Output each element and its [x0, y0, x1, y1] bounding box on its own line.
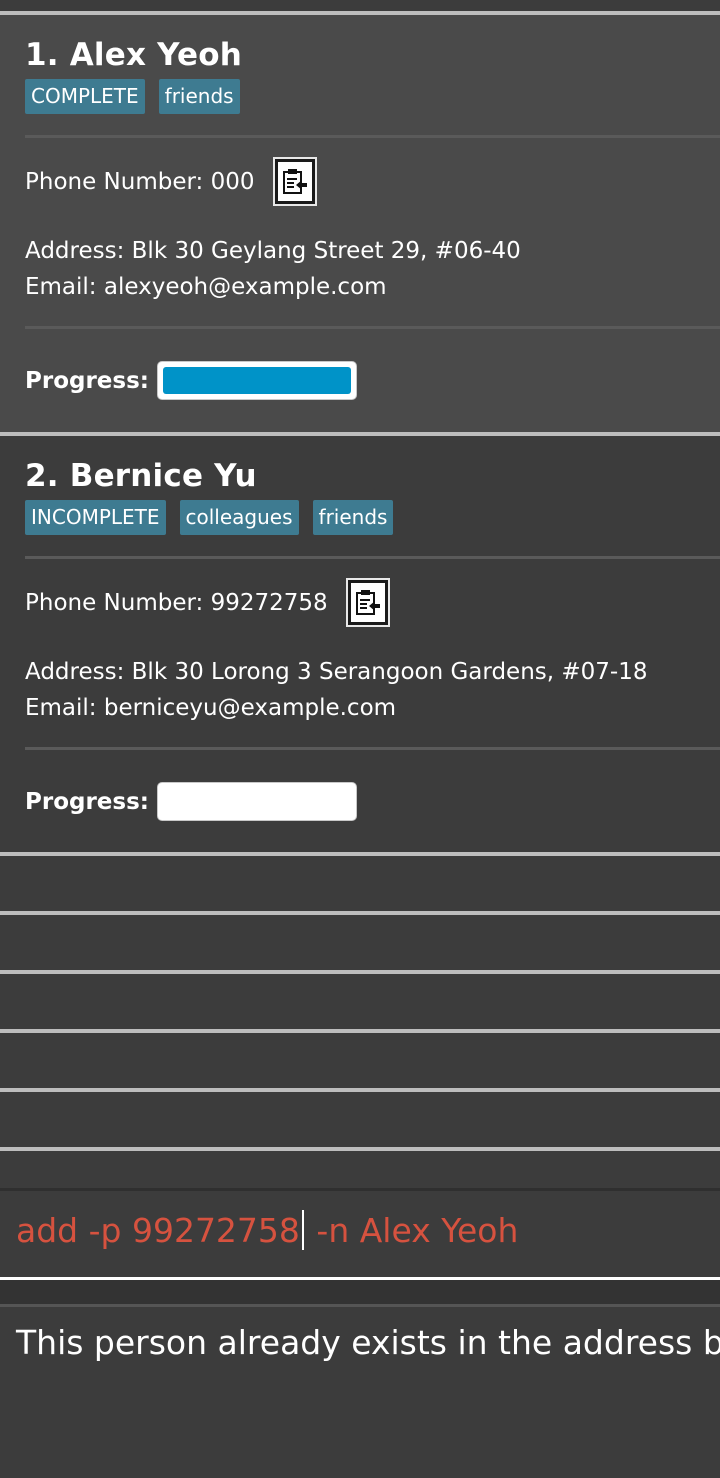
- copy-phone-button[interactable]: [347, 580, 388, 625]
- app-window: 1. Alex Yeoh COMPLETE friends Phone Numb…: [0, 0, 720, 1478]
- command-text-before-caret: add -p 99272758: [16, 1210, 300, 1250]
- card-separator: [0, 852, 720, 856]
- divider: [25, 747, 720, 750]
- person-name: 2. Bernice Yu: [25, 458, 257, 494]
- person-list[interactable]: 1. Alex Yeoh COMPLETE friends Phone Numb…: [0, 0, 720, 1188]
- result-display[interactable]: This person already exists in the addres…: [0, 1304, 720, 1478]
- email-text: Email: alexyeoh@example.com: [25, 274, 387, 300]
- address-text: Address: Blk 30 Lorong 3 Serangoon Garde…: [25, 659, 648, 685]
- progress-row: Progress:: [25, 361, 357, 400]
- empty-row-separator: [0, 911, 720, 915]
- email-text: Email: berniceyu@example.com: [25, 695, 397, 721]
- progress-bar: [156, 361, 357, 400]
- person-name: 1. Alex Yeoh: [25, 37, 242, 73]
- divider: [25, 556, 720, 559]
- empty-row-separator: [0, 1029, 720, 1033]
- phone-number: Phone Number: 000: [25, 168, 255, 195]
- empty-row-separator: [0, 970, 720, 974]
- empty-row-separator: [0, 1088, 720, 1092]
- copy-phone-icon: [282, 168, 307, 194]
- divider: [25, 135, 720, 138]
- address-text: Address: Blk 30 Geylang Street 29, #06-4…: [25, 238, 521, 264]
- phone-row: Phone Number: 99272758: [25, 580, 388, 625]
- person-card[interactable]: 2. Bernice Yu INCOMPLETE colleagues frie…: [0, 436, 720, 853]
- tag-badge: COMPLETE: [25, 79, 145, 114]
- command-box[interactable]: add -p 99272758 -n Alex Yeoh: [0, 1188, 720, 1280]
- tag-badge: INCOMPLETE: [25, 500, 166, 535]
- tag-list: INCOMPLETE colleagues friends: [25, 500, 394, 535]
- person-card[interactable]: 1. Alex Yeoh COMPLETE friends Phone Numb…: [0, 15, 720, 432]
- phone-number: Phone Number: 99272758: [25, 589, 328, 616]
- copy-phone-button[interactable]: [274, 159, 315, 204]
- command-input[interactable]: add -p 99272758 -n Alex Yeoh: [16, 1210, 518, 1250]
- copy-phone-icon: [355, 589, 380, 615]
- empty-row-separator: [0, 1147, 720, 1151]
- progress-label: Progress:: [25, 788, 149, 815]
- divider: [25, 326, 720, 329]
- progress-bar: [156, 782, 357, 821]
- phone-row: Phone Number: 000: [25, 159, 315, 204]
- tag-badge: colleagues: [179, 500, 299, 535]
- command-text-after-caret: -n Alex Yeoh: [305, 1210, 519, 1250]
- panel-gap: [0, 1280, 720, 1304]
- progress-label: Progress:: [25, 367, 149, 394]
- progress-row: Progress:: [25, 782, 357, 821]
- progress-fill: [162, 367, 351, 394]
- tag-badge: friends: [158, 79, 240, 114]
- text-caret: [301, 1210, 304, 1250]
- tag-badge: friends: [312, 500, 394, 535]
- tag-list: COMPLETE friends: [25, 79, 240, 114]
- result-message: This person already exists in the addres…: [16, 1323, 720, 1362]
